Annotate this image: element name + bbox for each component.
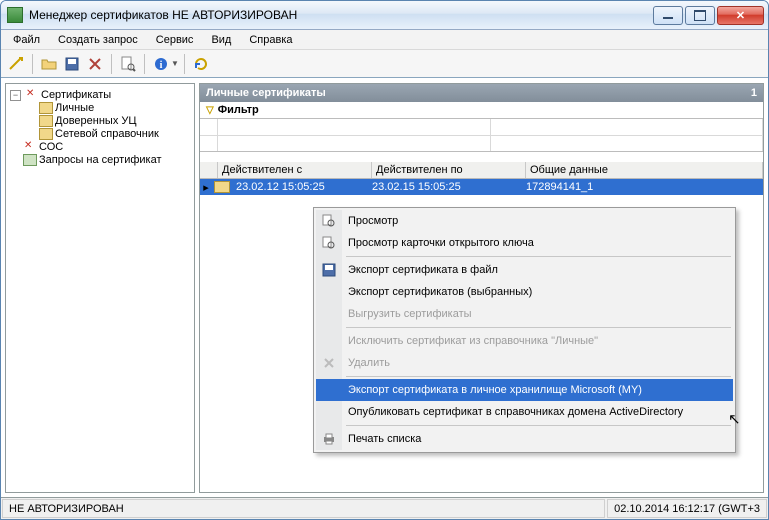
cm-export-file[interactable]: Экспорт сертификата в файл (316, 259, 733, 281)
context-menu-separator (346, 256, 731, 257)
tree-item-trusted-ca[interactable]: Доверенных УЦ (26, 115, 192, 127)
tree-label: Личные (55, 102, 94, 114)
grid-header-blank[interactable] (200, 162, 218, 178)
magnifier-icon (321, 235, 337, 251)
menu-help[interactable]: Справка (241, 32, 300, 48)
tree-root-certificates[interactable]: − Сертификаты (10, 89, 192, 101)
cm-export-my[interactable]: Экспорт сертификата в личное хранилище M… (316, 379, 733, 401)
cm-view[interactable]: Просмотр (316, 210, 733, 232)
cm-label: Просмотр (348, 215, 398, 227)
cert-icon (39, 128, 53, 140)
titlebar[interactable]: Менеджер сертификатов НЕ АВТОРИЗИРОВАН (1, 1, 768, 30)
preview-icon[interactable] (117, 53, 139, 75)
panel-title: Личные сертификаты 1 (200, 84, 763, 102)
cm-publish-ad[interactable]: Опубликовать сертификат в справочниках д… (316, 401, 733, 423)
svg-text:i: i (160, 60, 163, 71)
delete-icon (321, 355, 337, 371)
maximize-button[interactable] (685, 6, 715, 25)
crl-icon (23, 141, 37, 153)
magnifier-icon (321, 213, 337, 229)
cm-delete: Удалить (316, 352, 733, 374)
cm-unload: Выгрузить сертификаты (316, 303, 733, 325)
cm-label: Выгрузить сертификаты (348, 308, 472, 320)
menu-service[interactable]: Сервис (148, 32, 202, 48)
info-icon[interactable]: i (150, 53, 172, 75)
info-dropdown-icon[interactable]: ▼ (171, 59, 179, 68)
grid-header-valid-to[interactable]: Действителен по (372, 162, 526, 178)
cert-icon (39, 102, 53, 114)
cm-label: Экспорт сертификата в файл (348, 264, 498, 276)
filter-label: Фильтр (218, 104, 259, 116)
tree-item-requests[interactable]: Запросы на сертификат (10, 154, 192, 166)
cm-label: Экспорт сертификатов (выбранных) (348, 286, 532, 298)
toolbar-separator (111, 54, 112, 74)
context-menu-separator (346, 327, 731, 328)
tree-label: СОС (39, 141, 63, 153)
filter-collapse-icon[interactable]: ▽ (206, 105, 214, 116)
tree-label: Запросы на сертификат (39, 154, 162, 166)
context-menu-separator (346, 376, 731, 377)
cm-view-key-card[interactable]: Просмотр карточки открытого ключа (316, 232, 733, 254)
printer-icon (321, 431, 337, 447)
tree-item-directory[interactable]: Сетевой справочник (26, 128, 192, 140)
row-pointer-icon: ▸ (200, 181, 212, 194)
menubar: Файл Создать запрос Сервис Вид Справка (1, 30, 768, 50)
cm-exclude-personal: Исключить сертификат из справочника "Лич… (316, 330, 733, 352)
filter-grid[interactable] (200, 119, 763, 152)
context-menu[interactable]: Просмотр Просмотр карточки открытого клю… (313, 207, 736, 453)
open-icon[interactable] (38, 53, 60, 75)
panel-title-text: Личные сертификаты (206, 87, 326, 99)
delete-icon[interactable] (84, 53, 106, 75)
refresh-icon[interactable] (190, 53, 212, 75)
cm-export-selected[interactable]: Экспорт сертификатов (выбранных) (316, 281, 733, 303)
tree-label: Сетевой справочник (55, 128, 159, 140)
filter-header[interactable]: ▽ Фильтр (200, 102, 763, 119)
toolbar-separator (32, 54, 33, 74)
status-datetime: 02.10.2014 16:12:17 (GWT+3 (607, 499, 767, 518)
cm-label: Просмотр карточки открытого ключа (348, 237, 534, 249)
cm-print-list[interactable]: Печать списка (316, 428, 733, 450)
grid-header-valid-from[interactable]: Действителен с (218, 162, 372, 178)
menu-file[interactable]: Файл (5, 32, 48, 48)
table-row[interactable]: ▸ 23.02.12 15:05:25 23.02.15 15:05:25 17… (200, 179, 763, 195)
save-icon (321, 262, 337, 278)
cell-valid-from: 23.02.12 15:05:25 (232, 181, 368, 193)
cm-label: Исключить сертификат из справочника "Лич… (348, 335, 598, 347)
tree-pane[interactable]: − Сертификаты Личные Доверенных УЦ Сетев… (5, 83, 195, 493)
grid-header[interactable]: Действителен с Действителен по Общие дан… (200, 162, 763, 179)
status-auth: НЕ АВТОРИЗИРОВАН (2, 499, 605, 518)
panel-count: 1 (751, 87, 757, 99)
toolbar-separator (184, 54, 185, 74)
cert-icon (39, 115, 53, 127)
menu-view[interactable]: Вид (203, 32, 239, 48)
tree-item-crl[interactable]: СОС (10, 141, 192, 153)
close-button[interactable] (717, 6, 764, 25)
tb-wizard-icon[interactable] (5, 53, 27, 75)
grid-header-common-data[interactable]: Общие данные (526, 162, 763, 178)
statusbar: НЕ АВТОРИЗИРОВАН 02.10.2014 16:12:17 (GW… (1, 497, 768, 519)
cm-label: Опубликовать сертификат в справочниках д… (348, 406, 683, 418)
tree-label: Сертификаты (41, 89, 111, 101)
menu-create-request[interactable]: Создать запрос (50, 32, 146, 48)
cm-label: Удалить (348, 357, 390, 369)
toolbar: i ▼ (1, 50, 768, 78)
cell-valid-to: 23.02.15 15:05:25 (368, 181, 522, 193)
cell-common-data: 172894141_1 (522, 181, 763, 193)
request-icon (23, 154, 37, 166)
app-icon (7, 7, 23, 23)
window-controls (653, 6, 764, 25)
minimize-button[interactable] (653, 6, 683, 25)
cm-label: Печать списка (348, 433, 421, 445)
tree-item-personal[interactable]: Личные (26, 102, 192, 114)
window-title: Менеджер сертификатов НЕ АВТОРИЗИРОВАН (29, 8, 653, 22)
cm-label: Экспорт сертификата в личное хранилище M… (348, 384, 642, 396)
certs-icon (25, 89, 39, 101)
cert-icon (214, 181, 230, 193)
collapse-icon[interactable]: − (10, 90, 21, 101)
context-menu-separator (346, 425, 731, 426)
toolbar-separator (144, 54, 145, 74)
save-icon[interactable] (61, 53, 83, 75)
tree-label: Доверенных УЦ (55, 115, 137, 127)
